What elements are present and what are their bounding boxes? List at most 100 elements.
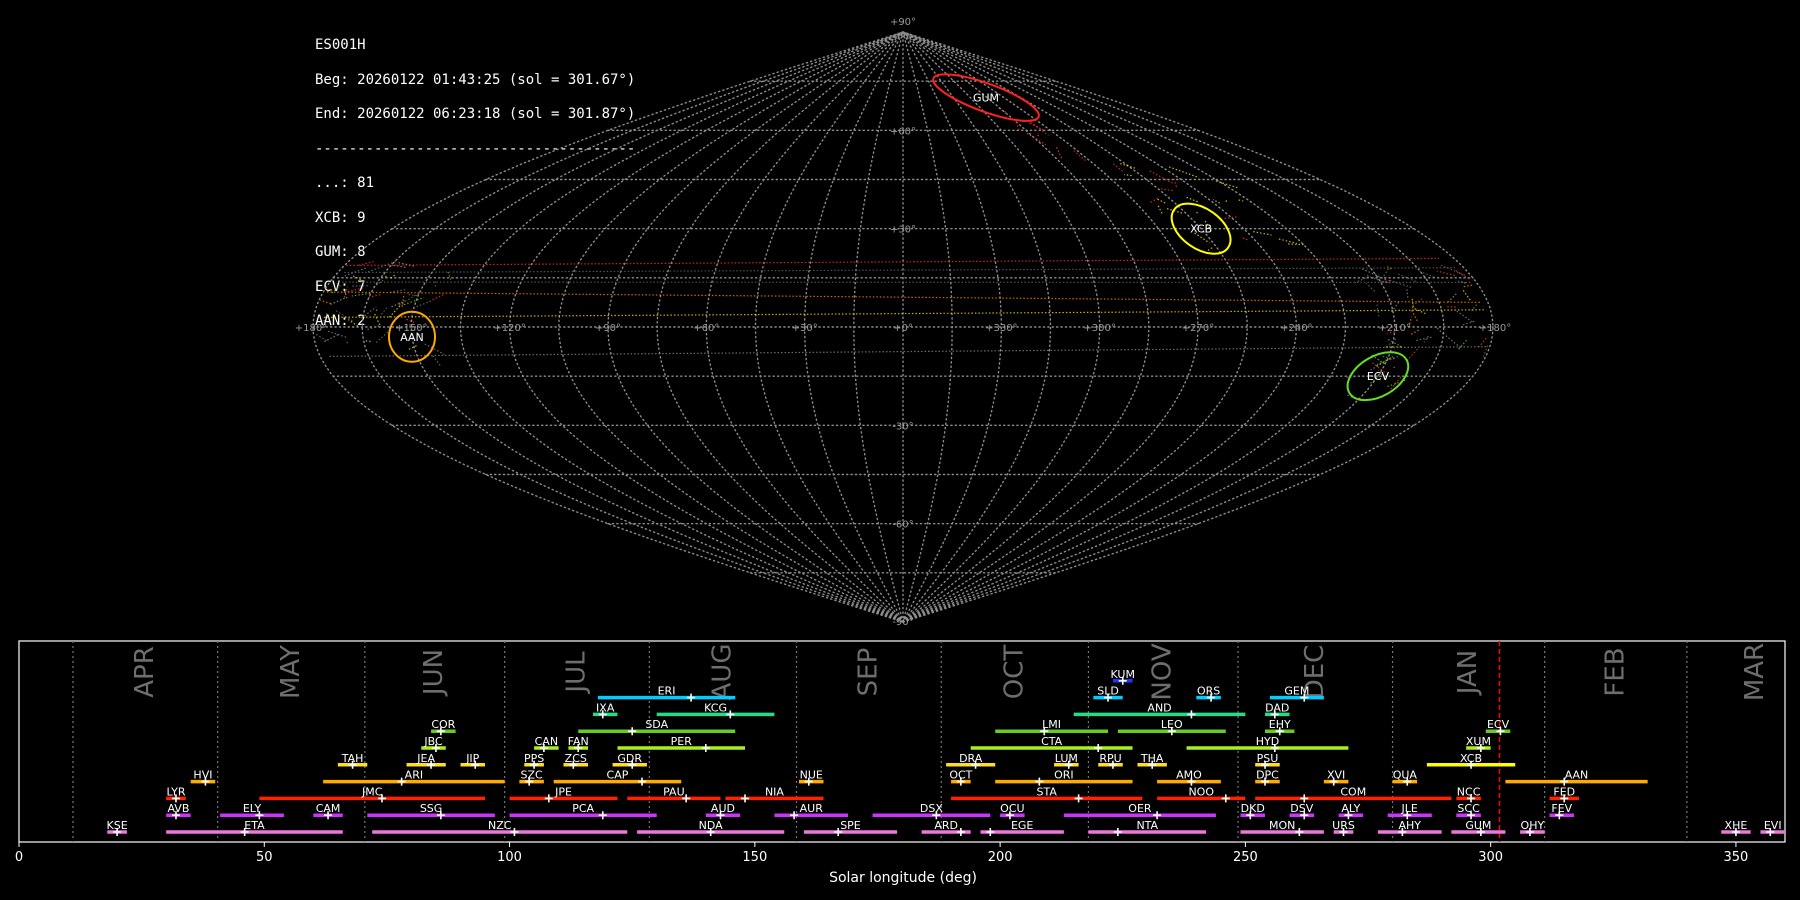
peak-marker xyxy=(1496,727,1505,736)
peak-marker xyxy=(240,828,249,836)
peak-marker xyxy=(598,811,607,820)
bar-label: MON xyxy=(1269,819,1295,832)
peak-marker xyxy=(471,760,480,769)
bar-label: AUD xyxy=(711,802,735,815)
peak-marker xyxy=(1339,828,1348,836)
bar-label: KCG xyxy=(704,701,727,714)
bar-label: AMO xyxy=(1176,769,1202,782)
meteor-track xyxy=(1119,162,1136,169)
meteor-track xyxy=(1406,347,1420,362)
bar-label: ALY xyxy=(1341,802,1360,815)
peak-marker xyxy=(1467,811,1476,820)
bar-label: SSG xyxy=(420,802,443,815)
lon-tick-label: +180° xyxy=(1479,323,1511,334)
bar-label: AVB xyxy=(167,802,189,815)
lon-tick-label: +270° xyxy=(1182,323,1214,334)
peak-marker xyxy=(986,828,995,836)
lon-tick-label: +300° xyxy=(1083,323,1115,334)
meteor-track xyxy=(1026,132,1047,146)
meteor-track xyxy=(1365,282,1376,292)
bar-label: ARD xyxy=(934,819,958,832)
timeline-frame xyxy=(18,640,1786,843)
bar-label: JEA xyxy=(416,752,435,765)
bar-label: JMC xyxy=(361,785,383,798)
lon-tick-label: +120° xyxy=(493,323,525,334)
bar-label: IXA xyxy=(596,701,615,714)
meteor-track xyxy=(331,285,341,294)
bar-label: DRA xyxy=(959,752,983,765)
lat-tick-label: -90° xyxy=(892,617,913,628)
meteor-track xyxy=(365,325,380,331)
peak-marker xyxy=(113,828,122,836)
meteor-track xyxy=(1055,147,1064,161)
meteor-track xyxy=(1436,270,1455,277)
meteor-track xyxy=(1157,198,1166,204)
peak-marker xyxy=(1246,811,1255,820)
bar-label: COR xyxy=(431,718,455,731)
bar-label: NDA xyxy=(699,819,724,832)
peak-marker xyxy=(1403,777,1412,786)
bar-label: SZC xyxy=(521,769,544,782)
lon-tick-label: +240° xyxy=(1280,323,1312,334)
peak-marker xyxy=(378,794,387,803)
bar-label: AAN xyxy=(1565,769,1589,782)
peak-marker xyxy=(687,693,696,702)
peak-marker xyxy=(1525,828,1534,836)
peak-marker xyxy=(1476,744,1485,752)
bar-label: NIA xyxy=(765,785,784,798)
meteor-track xyxy=(410,300,432,310)
bar-label: DAD xyxy=(1265,701,1289,714)
bar-label: AND xyxy=(1147,701,1171,714)
peak-marker xyxy=(1113,828,1122,836)
peak-marker xyxy=(255,811,264,820)
bar-label: SCC xyxy=(1457,802,1480,815)
bar-label: ERI xyxy=(658,685,676,698)
x-tick-label: 250 xyxy=(1233,850,1258,865)
bar-label: JPE xyxy=(554,785,572,798)
peak-marker xyxy=(1329,777,1338,786)
bar-label: EHY xyxy=(1269,718,1291,731)
bar-label: KSE xyxy=(107,819,128,832)
meteor-track xyxy=(1148,197,1159,204)
meteor-track xyxy=(374,313,381,326)
meteor-track xyxy=(344,267,368,277)
meteor-track xyxy=(319,299,331,305)
bar-label: OCT xyxy=(949,769,972,782)
lon-tick-label: +0° xyxy=(893,323,913,334)
peak-marker xyxy=(682,794,691,803)
meteor-track xyxy=(1185,196,1198,203)
bar-label: ECV xyxy=(1487,718,1510,731)
x-axis-label: Solar longitude (deg) xyxy=(829,870,977,886)
lat-tick-label: -30° xyxy=(892,421,913,432)
peak-marker xyxy=(510,828,519,836)
meteor-track xyxy=(1278,238,1297,244)
meteor-track xyxy=(346,340,349,344)
peak-marker xyxy=(1108,760,1117,769)
bar-label: HVI xyxy=(193,769,212,782)
meteor-track xyxy=(434,280,437,287)
bar-label: ZCS xyxy=(565,752,587,765)
bar-label: CAP xyxy=(607,769,629,782)
month-label-feb: FEB xyxy=(1600,647,1630,696)
peak-marker xyxy=(171,811,180,820)
bar-label: NUE xyxy=(800,769,823,782)
bar-label: PSU xyxy=(1257,752,1279,765)
peak-marker xyxy=(525,777,534,786)
bar-label: THA xyxy=(1140,752,1164,765)
bar-label: FAN xyxy=(568,735,589,748)
meteor-track xyxy=(375,308,378,312)
peak-marker xyxy=(1344,811,1353,820)
peak-marker xyxy=(1467,794,1476,803)
sky-map: +180° +150° +120° +90° +60° +30° +0° +330° +300°… xyxy=(295,17,1511,628)
peak-marker xyxy=(1167,727,1176,736)
peak-marker xyxy=(956,777,965,786)
bar-label: DSX xyxy=(920,802,943,815)
peak-marker xyxy=(1104,693,1113,702)
month-label-jun: JUN xyxy=(419,649,449,697)
peak-marker xyxy=(1261,777,1270,786)
lon-tick-label: +90° xyxy=(595,323,621,334)
meteor-track xyxy=(1238,199,1244,202)
peak-marker xyxy=(171,794,180,803)
peak-marker xyxy=(574,744,583,752)
peak-marker xyxy=(1467,760,1476,769)
